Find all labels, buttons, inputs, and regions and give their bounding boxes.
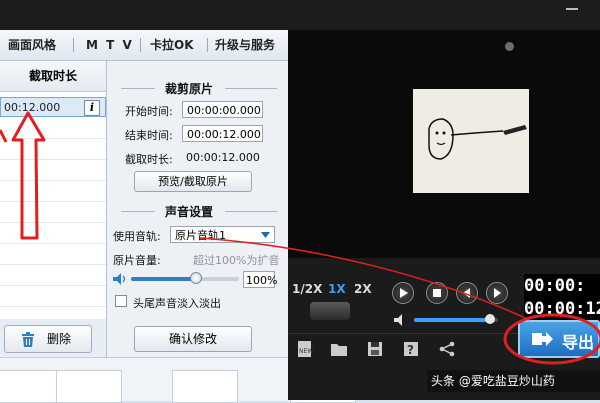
- volume-percent-input[interactable]: 100%: [243, 271, 277, 288]
- section-divider: [225, 88, 277, 89]
- player-volume-fill: [414, 318, 490, 322]
- preview-clip-button[interactable]: 预览/截取原片: [134, 171, 252, 192]
- share-icon[interactable]: [438, 340, 456, 358]
- track-select[interactable]: 原片音轨1: [170, 226, 275, 243]
- svg-text:?: ?: [407, 343, 414, 357]
- fade-label: 头尾声音淡入淡出: [133, 297, 221, 310]
- menu-item-karaoke[interactable]: 卡拉OK: [150, 30, 194, 60]
- section-divider: [121, 211, 155, 212]
- section-divider: [225, 211, 277, 212]
- duration-value: 00:00:12.000: [186, 151, 260, 164]
- track-select-value: 原片音轨1: [175, 229, 226, 242]
- player-volume-slider[interactable]: [414, 314, 498, 324]
- section-divider: [121, 88, 155, 89]
- list-footer: 删除: [0, 319, 107, 357]
- list-row[interactable]: [0, 286, 106, 307]
- toolbar-divider: [288, 333, 518, 334]
- menu-bar: 画面风格 M T V 卡拉OK 升级与服务: [0, 30, 288, 61]
- trash-icon: [22, 332, 34, 347]
- prev-frame-button[interactable]: [456, 282, 478, 304]
- stop-icon: [433, 289, 441, 297]
- help-icon[interactable]: ?: [402, 340, 420, 358]
- start-time-label: 开始时间:: [125, 105, 173, 118]
- export-button[interactable]: 导出: [518, 320, 600, 358]
- clip-section-title: 裁剪原片: [165, 82, 214, 96]
- minimize-icon[interactable]: [566, 8, 578, 10]
- list-row[interactable]: [0, 118, 106, 139]
- fade-checkbox[interactable]: [115, 295, 127, 307]
- end-time-label: 结束时间:: [125, 129, 173, 142]
- stop-button[interactable]: [426, 282, 448, 304]
- menu-divider: [207, 38, 208, 52]
- watermark: 头条 @爱吃盐豆炒山药: [427, 370, 600, 392]
- timeline-strip: [0, 357, 356, 403]
- forward-icon: [494, 288, 501, 298]
- info-icon[interactable]: i: [84, 100, 100, 116]
- column-header-duration[interactable]: 截取时长: [0, 61, 106, 92]
- settings-panel: 裁剪原片 开始时间: 00:00:00.000 结束时间: 00:00:12.0…: [107, 61, 289, 357]
- list-row[interactable]: [0, 223, 106, 244]
- list-row[interactable]: [0, 160, 106, 181]
- list-row[interactable]: [0, 244, 106, 265]
- volume-label: 原片音量:: [113, 254, 161, 267]
- video-preview: [288, 30, 600, 258]
- list-row-selected[interactable]: 00:12.000 i: [0, 97, 106, 117]
- delete-button[interactable]: 删除: [4, 325, 92, 353]
- menu-item-upgrade[interactable]: 升级与服务: [215, 30, 275, 60]
- row-duration: 00:12.000: [4, 101, 61, 114]
- duration-label: 截取时长:: [125, 153, 173, 166]
- list-row[interactable]: [0, 202, 106, 223]
- confirm-button[interactable]: 确认修改: [134, 326, 252, 352]
- menu-divider: [140, 38, 141, 52]
- menu-item-mtv[interactable]: M T V: [86, 30, 134, 60]
- timeline-thumb[interactable]: [56, 370, 122, 403]
- speed-half-button[interactable]: 1/2X: [292, 282, 322, 296]
- list-row[interactable]: [0, 139, 106, 160]
- timecode-current: 00:00:: [524, 276, 586, 296]
- speed-dial[interactable]: [310, 302, 350, 320]
- sketch-drawing: [428, 118, 527, 160]
- player-volume-icon[interactable]: [394, 314, 408, 326]
- volume-slider-fill: [131, 277, 196, 281]
- play-icon: [400, 288, 408, 298]
- speed-1x-button[interactable]: 1X: [328, 282, 346, 296]
- list-row[interactable]: [0, 181, 106, 202]
- chevron-down-icon: [261, 232, 270, 238]
- speaker-icon: [113, 273, 126, 285]
- timecode-total: 00:00:12: [524, 299, 600, 319]
- clip-list: 截取时长 00:12.000 i: [0, 61, 107, 319]
- audio-section-title: 声音设置: [165, 205, 214, 219]
- volume-slider[interactable]: [131, 272, 239, 284]
- new-file-icon[interactable]: NEW: [296, 340, 314, 358]
- rewind-icon: [463, 288, 470, 298]
- end-time-input[interactable]: 00:00:12.000: [182, 125, 263, 142]
- svg-text:NEW: NEW: [299, 348, 313, 355]
- timeline-thumb[interactable]: [172, 370, 238, 403]
- timeline-thumb[interactable]: [0, 370, 64, 403]
- volume-slider-handle[interactable]: [190, 272, 202, 284]
- start-time-input[interactable]: 00:00:00.000: [182, 101, 263, 118]
- export-label: 导出: [562, 333, 595, 352]
- menu-item-style[interactable]: 画面风格: [8, 30, 56, 60]
- camera-dot: [505, 42, 514, 51]
- player-volume-handle[interactable]: [485, 314, 495, 324]
- export-icon: [532, 332, 553, 346]
- next-frame-button[interactable]: [486, 282, 508, 304]
- speed-2x-button[interactable]: 2X: [354, 282, 372, 296]
- list-row[interactable]: [0, 265, 106, 286]
- video-frame: [413, 89, 529, 193]
- timecode-display: 00:00: 00:00:12: [524, 274, 600, 326]
- amplify-hint: 超过100%为扩音: [193, 254, 280, 267]
- open-folder-icon[interactable]: [330, 340, 348, 358]
- menu-divider: [73, 38, 74, 52]
- delete-label: 删除: [47, 332, 72, 346]
- title-bar: [0, 0, 600, 30]
- save-icon[interactable]: [366, 340, 384, 358]
- play-button[interactable]: [392, 282, 414, 304]
- track-label: 使用音轨:: [113, 230, 161, 243]
